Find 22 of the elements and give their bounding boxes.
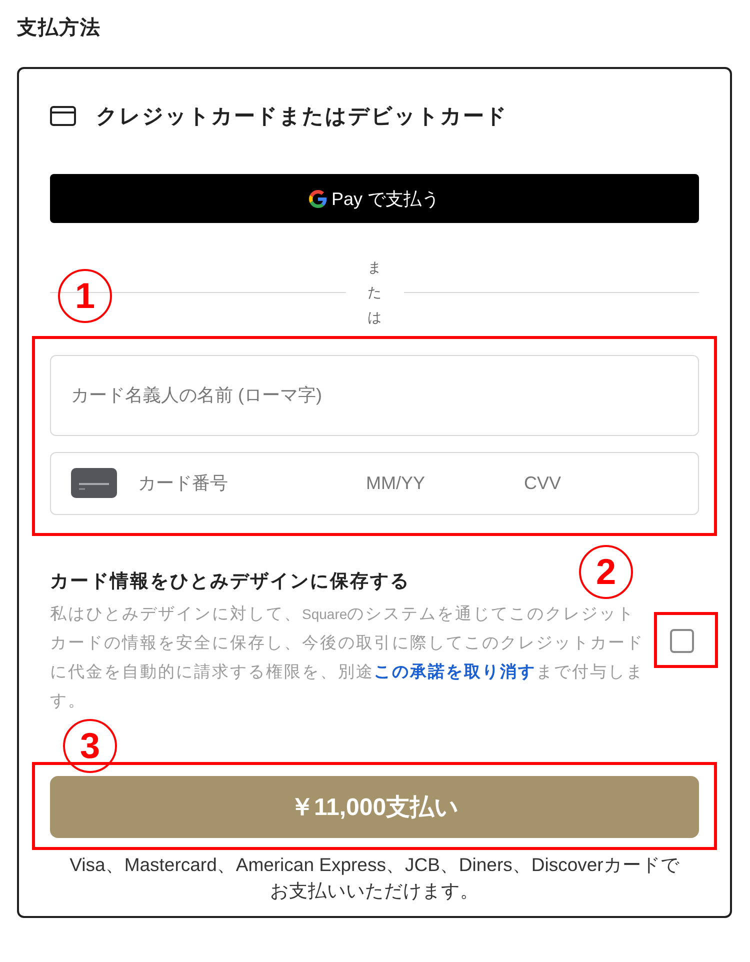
- accepted-cards-note: Visa、Mastercard、American Express、JCB、Diners、Discoverカードでお支払いいただけます。: [68, 852, 680, 903]
- panel-title: クレジットカードまたはデビットカード: [96, 104, 508, 130]
- consent-text: 私はひとみデザインに対して、Squareのシステムを通じてこのクレジットカードの情報を安全に保存し、今後の取引に際してこのクレジットカードに代金を自動的に請求する権限を、別途 この承諾を取り消す まで付与します。: [50, 604, 645, 712]
- step-number: 2: [579, 545, 633, 599]
- expiry-field[interactable]: MM/YY: [366, 472, 524, 494]
- google-pay-button[interactable]: Pay で支払う: [50, 174, 699, 223]
- section-title: 支払方法: [17, 16, 101, 41]
- step-number: 1: [58, 269, 112, 323]
- cardholder-name-field[interactable]: カード名義人の名前 (ローマ字): [50, 354, 699, 436]
- divider-label: または: [368, 258, 382, 327]
- card-number-field[interactable]: カード番号: [138, 472, 366, 494]
- card-details-field[interactable]: カード番号 MM/YY CVV: [50, 452, 699, 515]
- step-number: 3: [63, 719, 117, 773]
- highlight-frame: [654, 612, 718, 668]
- save-card-title: カード情報をひとみデザインに保存する: [50, 568, 410, 593]
- credit-card-icon: [50, 106, 76, 126]
- checkout-button[interactable]: ￥11,000支払い: [50, 776, 699, 838]
- cvv-field[interactable]: CVV: [524, 472, 634, 494]
- g-logo-icon: [309, 190, 328, 208]
- revoke-consent-link[interactable]: この承諾を取り消す: [374, 662, 536, 681]
- card-icon: [71, 468, 117, 498]
- save-card-checkbox[interactable]: [670, 628, 694, 653]
